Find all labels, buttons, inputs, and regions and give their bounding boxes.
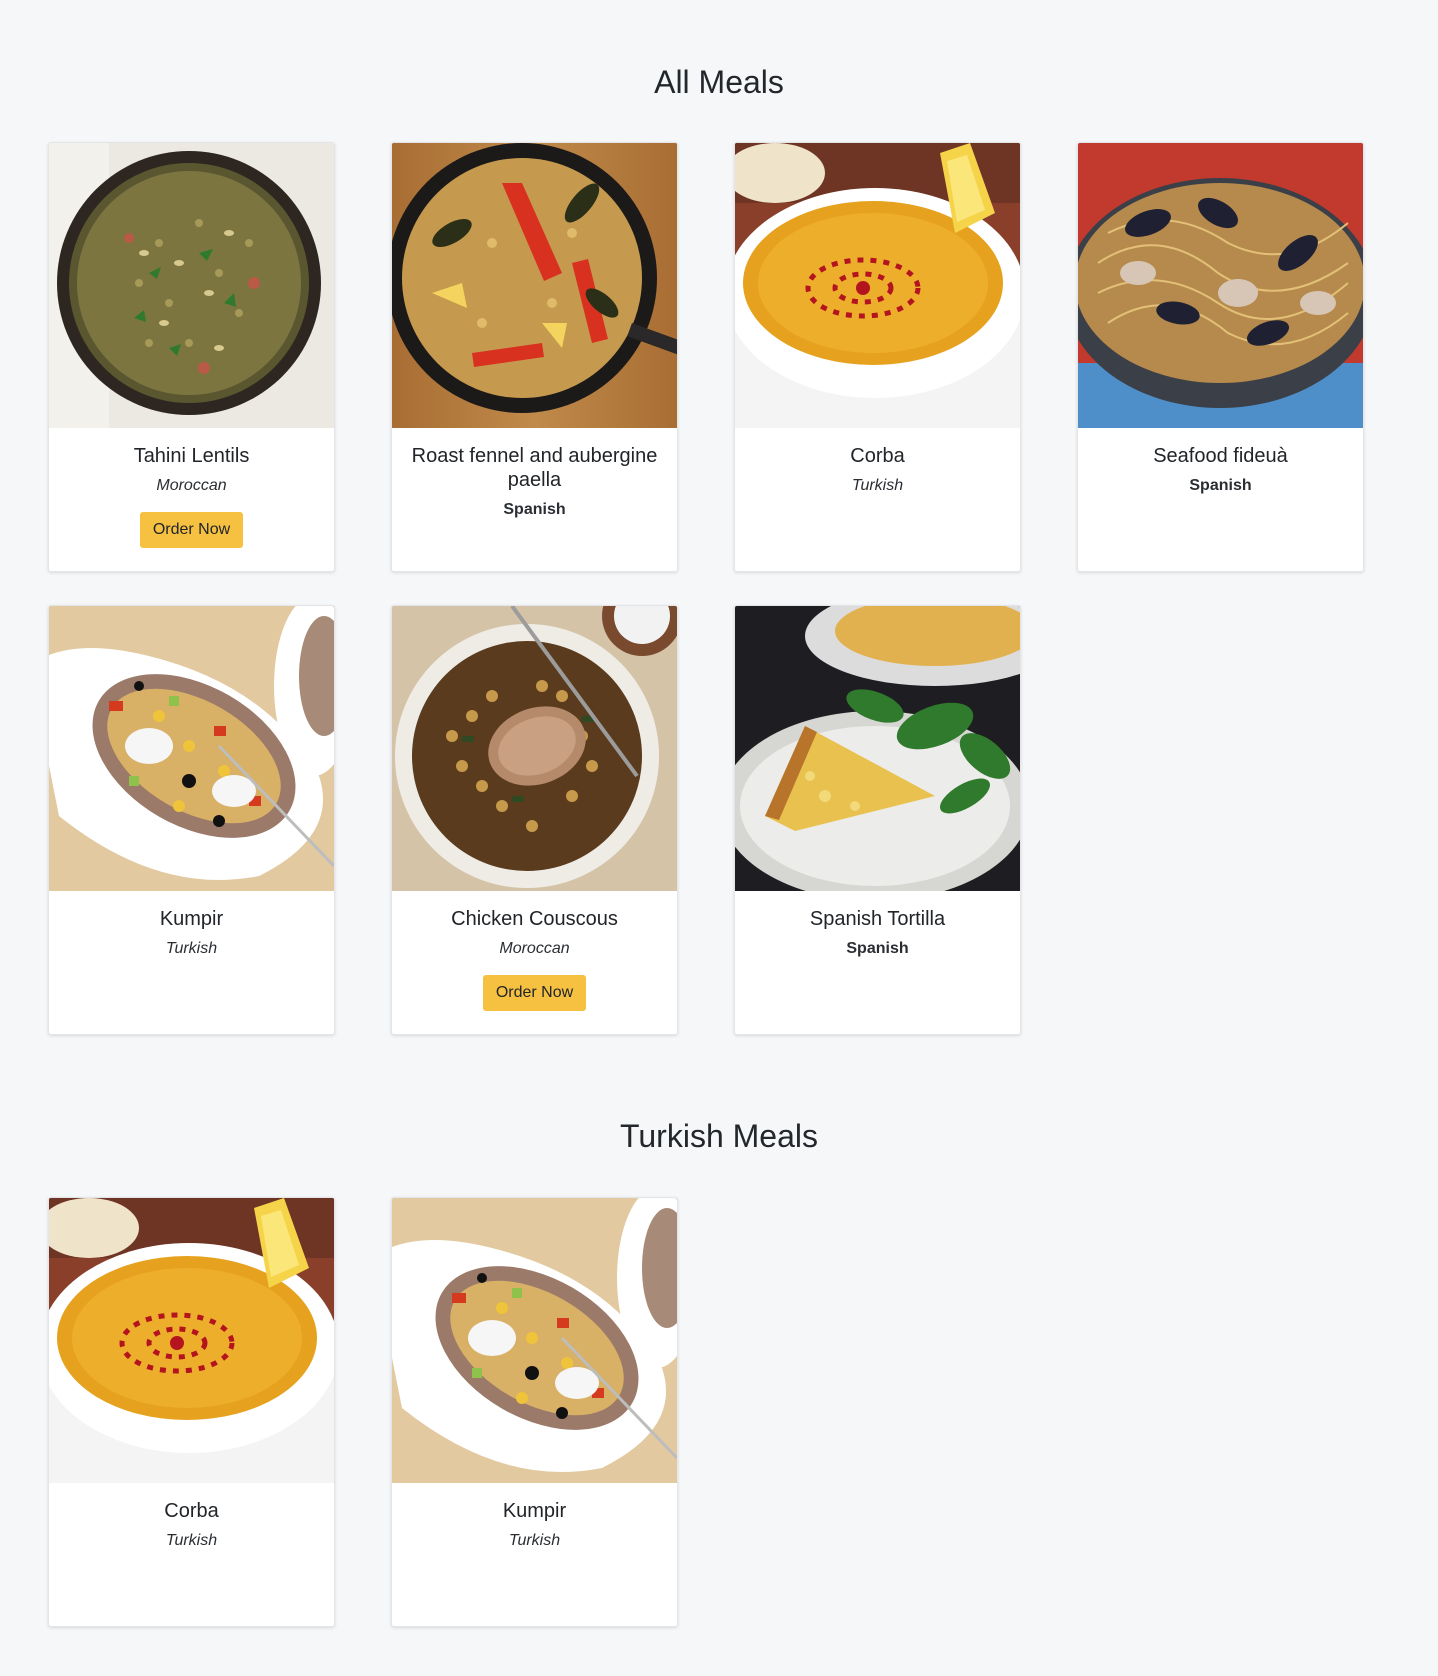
meal-image[interactable] [49, 143, 334, 428]
section-title-turkish-meals: Turkish Meals [620, 1118, 818, 1154]
meal-image[interactable] [49, 1198, 334, 1483]
meal-card-body: Chicken Couscous Moroccan Order Now [392, 891, 677, 1011]
meal-card-body: Kumpir Turkish [392, 1483, 677, 1550]
meal-image[interactable] [735, 143, 1020, 428]
meal-name: Kumpir [159, 908, 224, 930]
meal-image[interactable] [735, 606, 1020, 891]
all-meals-grid: Tahini Lentils Moroccan Order Now Roast fe… [48, 142, 1364, 1035]
meal-name: Chicken Couscous [451, 908, 618, 930]
meal-name: Spanish Tortilla [809, 908, 946, 930]
meal-card-body: Seafood fideuà Spanish [1078, 428, 1363, 495]
meal-card[interactable]: Corba Turkish [48, 1197, 335, 1627]
meal-card-body: Kumpir Turkish [49, 891, 334, 958]
meal-card-body: Roast fennel and aubergine paella Spanish [392, 428, 677, 519]
turkish-meals-grid: Corba Turkish Kumpir Turkish [48, 1197, 1364, 1627]
meal-name: Kumpir [502, 1500, 567, 1522]
meal-area: Spanish [1189, 477, 1252, 494]
meal-name: Roast fennel and aubergine paella [411, 445, 658, 491]
meal-card[interactable]: Corba Turkish [734, 142, 1021, 572]
meal-area: Spanish [846, 940, 909, 957]
order-now-button[interactable]: Order Now [139, 512, 244, 548]
meal-card-body: Corba Turkish [49, 1483, 334, 1550]
order-now-button[interactable]: Order Now [482, 975, 587, 1011]
meal-area: Spanish [503, 501, 566, 518]
meal-name: Corba [164, 1500, 219, 1522]
meal-card-body: Spanish Tortilla Spanish [735, 891, 1020, 958]
meal-area: Turkish [165, 940, 218, 957]
meal-image[interactable] [392, 143, 677, 428]
meal-name: Corba [850, 445, 905, 467]
meal-area: Moroccan [499, 940, 570, 957]
meal-card[interactable]: Tahini Lentils Moroccan Order Now [48, 142, 335, 572]
meal-area: Turkish [508, 1532, 561, 1549]
section-title-all-meals: All Meals [654, 64, 784, 100]
meal-image[interactable] [49, 606, 334, 891]
meal-image[interactable] [392, 606, 677, 891]
meal-image[interactable] [1078, 143, 1363, 428]
meal-name: Tahini Lentils [133, 445, 250, 467]
meal-card[interactable]: Kumpir Turkish [391, 1197, 678, 1627]
meal-card[interactable]: Kumpir Turkish [48, 605, 335, 1035]
meal-card[interactable]: Chicken Couscous Moroccan Order Now [391, 605, 678, 1035]
meal-name: Seafood fideuà [1153, 445, 1288, 467]
meal-image[interactable] [392, 1198, 677, 1483]
meal-area: Moroccan [156, 477, 227, 494]
meal-card[interactable]: Spanish Tortilla Spanish [734, 605, 1021, 1035]
meal-card[interactable]: Seafood fideuà Spanish [1077, 142, 1364, 572]
meal-card[interactable]: Roast fennel and aubergine paella Spanish [391, 142, 678, 572]
meal-card-body: Corba Turkish [735, 428, 1020, 495]
meal-area: Turkish [165, 1532, 218, 1549]
meal-area: Turkish [851, 477, 904, 494]
meal-card-body: Tahini Lentils Moroccan Order Now [49, 428, 334, 548]
